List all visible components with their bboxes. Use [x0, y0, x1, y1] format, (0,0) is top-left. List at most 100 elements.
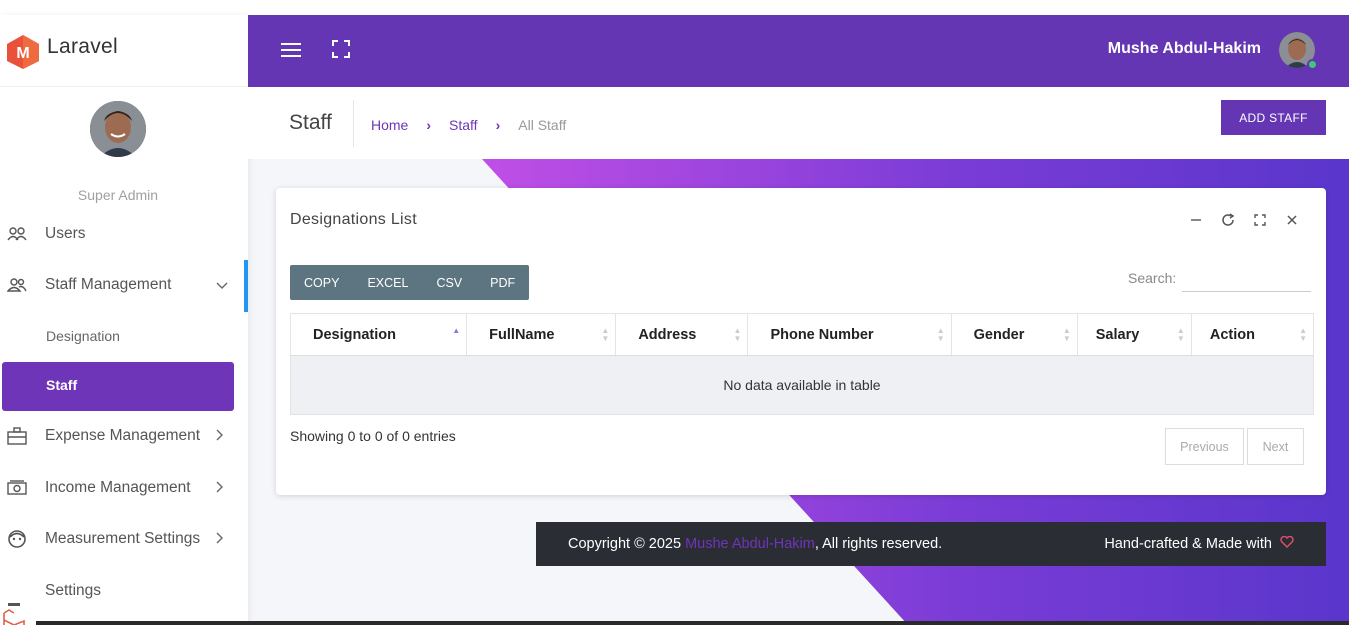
column-label: Salary: [1095, 326, 1140, 343]
top-header: Mushe Abdul-Hakim: [248, 15, 1349, 87]
face-icon: [6, 528, 28, 550]
chevron-down-icon: [216, 278, 228, 293]
sort-icon: ▲ ▼: [601, 326, 610, 343]
table-row: No data available in table: [290, 355, 1314, 415]
sidebar-item-label: Users: [45, 225, 86, 242]
breadcrumb-separator-icon: ›: [495, 117, 501, 133]
card-tools: [1188, 212, 1300, 228]
footer: Copyright © 2025 Mushe Abdul-Hakim, All …: [536, 522, 1326, 566]
sort-icon: ▲ ▼: [1062, 326, 1071, 343]
column-header-gender[interactable]: Gender ▲ ▼: [950, 313, 1078, 356]
sidebar-item-expense-management[interactable]: Expense Management: [0, 416, 248, 456]
pdf-button[interactable]: PDF: [476, 265, 529, 300]
column-label: Gender: [973, 326, 1025, 343]
brand-logo-letter: M: [16, 45, 29, 62]
empty-table-message: No data available in table: [290, 355, 1314, 415]
sidebar-item-label: Expense Management: [45, 427, 201, 444]
sort-icon: ▲ ▼: [936, 326, 945, 343]
footer-copyright: Copyright © 2025 Mushe Abdul-Hakim, All …: [568, 536, 942, 552]
sidebar-subitem-label: Staff: [46, 377, 78, 393]
sidebar-item-users[interactable]: Users: [0, 214, 248, 254]
footer-author-link[interactable]: Mushe Abdul-Hakim: [685, 536, 815, 552]
brand-logo-icon: M: [6, 34, 40, 69]
copy-button[interactable]: COPY: [290, 265, 353, 300]
breadcrumb-separator-icon: ›: [426, 117, 432, 133]
staff-icon: [6, 274, 28, 296]
brand-name: Laravel: [47, 34, 118, 58]
sidebar-item-label: Staff Management: [45, 276, 172, 293]
sort-icon: ▲ ▼: [1299, 326, 1307, 343]
briefcase-icon: [6, 425, 28, 447]
fullscreen-icon[interactable]: [331, 39, 351, 64]
sidebar-item-staff-management[interactable]: Staff Management: [0, 265, 248, 305]
sidebar-avatar[interactable]: [90, 101, 146, 157]
header-avatar[interactable]: [1279, 32, 1318, 70]
sidebar-item-label: Measurement Settings: [45, 530, 201, 547]
brand[interactable]: M Laravel: [0, 15, 248, 87]
column-header-address[interactable]: Address ▲ ▼: [615, 313, 749, 356]
breadcrumb-current: All Staff: [518, 117, 567, 133]
sidebar-item-label: Income Management: [45, 479, 191, 496]
sort-asc-icon: ▲: [452, 326, 461, 335]
breadcrumb: Home › Staff › All Staff: [371, 117, 566, 133]
sidebar-subitem-designation[interactable]: Designation: [46, 328, 120, 344]
add-staff-button[interactable]: ADD STAFF: [1221, 100, 1326, 135]
column-label: Action: [1209, 326, 1255, 343]
sidebar-item-income-management[interactable]: Income Management: [0, 468, 248, 508]
sidebar-subitem-staff[interactable]: Staff: [2, 362, 234, 411]
breadcrumb-staff[interactable]: Staff: [449, 117, 478, 133]
sidebar-item-settings[interactable]: Settings: [0, 571, 248, 611]
table-header-row: Designation ▲ FullName ▲ ▼ Address ▲ ▼ Phone …: [289, 313, 1315, 356]
page-title: Staff: [289, 111, 332, 134]
sidebar-item-measurement-settings[interactable]: Measurement Settings: [0, 519, 248, 559]
sort-icon: ▲ ▼: [1176, 326, 1185, 343]
heart-icon: [1280, 535, 1294, 552]
copyright-text: Copyright © 2025: [568, 536, 682, 552]
title-divider: [353, 100, 354, 147]
search-label: Search:: [1128, 270, 1177, 286]
export-button-group: COPY EXCEL CSV PDF: [290, 265, 530, 300]
chevron-right-icon: [216, 532, 224, 547]
card-title: Designations List: [290, 211, 417, 228]
rights-text: , All rights reserved.: [814, 536, 943, 552]
column-label: FullName: [489, 326, 555, 343]
cash-icon: [6, 477, 28, 499]
users-icon: [6, 223, 28, 245]
excel-button[interactable]: EXCEL: [353, 265, 422, 300]
sidebar-item-label: Settings: [45, 582, 102, 599]
csv-button[interactable]: CSV: [422, 265, 476, 300]
column-header-action[interactable]: Action ▲ ▼: [1190, 313, 1315, 356]
sidebar-role: Super Admin: [77, 187, 159, 203]
browser-top-strip: [0, 0, 1349, 15]
chevron-right-icon: [216, 481, 224, 496]
designations-card: Designations List COPY EXCEL CSV PDF Sea…: [276, 188, 1326, 495]
close-icon[interactable]: [1284, 212, 1300, 228]
footer-made-with: Hand-crafted & Made with: [1104, 535, 1294, 552]
page-title-bar: Staff Home › Staff › All Staff ADD STAFF: [248, 87, 1349, 159]
table-info: Showing 0 to 0 of 0 entries: [290, 428, 456, 444]
chevron-right-icon: [216, 429, 224, 444]
made-with-text: Hand-crafted & Made with: [1104, 536, 1272, 552]
laravel-corner-icon: [0, 603, 28, 625]
column-label: Address: [638, 326, 697, 343]
column-label: Designation: [313, 326, 396, 343]
column-label: Phone Number: [770, 326, 874, 343]
search-input[interactable]: [1182, 266, 1311, 292]
column-header-salary[interactable]: Salary ▲ ▼: [1076, 313, 1192, 356]
staff-table: Designation ▲ FullName ▲ ▼ Address ▲ ▼ Phone …: [289, 313, 1315, 415]
online-status-dot: [1307, 59, 1318, 70]
sort-icon: ▲ ▼: [733, 326, 742, 343]
refresh-icon[interactable]: [1220, 212, 1236, 228]
previous-page-button[interactable]: Previous: [1165, 428, 1244, 465]
column-header-designation[interactable]: Designation ▲: [289, 313, 468, 356]
minimize-icon[interactable]: [1188, 212, 1204, 228]
taskbar-edge: [36, 621, 1349, 625]
sidebar: M Laravel Super Admin Users Staff Manage…: [0, 15, 248, 625]
header-user-name[interactable]: Mushe Abdul-Hakim: [1108, 40, 1261, 58]
column-header-fullname[interactable]: FullName ▲ ▼: [466, 313, 617, 356]
column-header-phone-number[interactable]: Phone Number ▲ ▼: [747, 313, 952, 356]
breadcrumb-home[interactable]: Home: [371, 117, 408, 133]
expand-icon[interactable]: [1252, 212, 1268, 228]
hamburger-menu-icon[interactable]: [281, 42, 301, 63]
next-page-button[interactable]: Next: [1247, 428, 1304, 465]
